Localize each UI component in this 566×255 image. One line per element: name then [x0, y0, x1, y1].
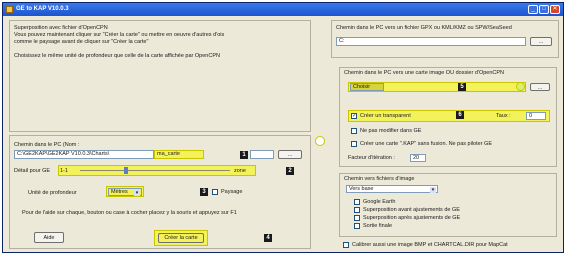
chart-path-field[interactable]: C:\GE2KAP\GE2KAP V10.0.3\Charts\ — [14, 150, 154, 159]
image-path-field[interactable]: Choisir — [350, 83, 384, 91]
create-chart-button[interactable]: Créer la carte — [158, 233, 204, 243]
help-button[interactable]: Aide — [34, 232, 64, 243]
depth-unit-select[interactable]: Mètres ▾ — [108, 188, 142, 196]
dropdown-arrow-icon: ▾ — [134, 190, 140, 196]
minimize-button[interactable]: _ — [528, 5, 538, 14]
slider-track[interactable] — [80, 170, 230, 171]
path-extra-field[interactable] — [250, 150, 274, 159]
image-panel: Chemin dans le PC vers une carte image O… — [339, 67, 557, 167]
gpx-label: Chemin dans le PC vers un fichier GPX ou… — [336, 25, 512, 31]
path-label: Chemin dans le PC (Nom : — [14, 142, 80, 148]
slider-label: Détail pour GE — [14, 168, 51, 174]
collapse-toggle-icon[interactable] — [315, 136, 325, 146]
create-kap-checkbox[interactable] — [351, 141, 357, 147]
app-window: GE to KAP V10.0.3 _ □ ✕ Superposition av… — [2, 2, 564, 253]
slider-thumb[interactable] — [124, 167, 128, 174]
image-panel-title: Chemin dans le PC vers une carte image O… — [344, 70, 505, 76]
paysage-label: Paysage — [221, 189, 243, 195]
maximize-button[interactable]: □ — [539, 5, 549, 14]
no-modify-label: Ne pas modifier dans GE — [360, 128, 422, 134]
info-line: comme le paysage avant de cliquer sur "C… — [14, 39, 149, 45]
info-line: Superposition avec fichier d'OpenCPN — [14, 25, 108, 31]
app-icon — [6, 6, 13, 13]
annotation-marker-2: 2 — [286, 167, 294, 175]
annotation-marker-5: 5 — [458, 83, 466, 91]
gpx-path-field[interactable]: C: — [336, 37, 526, 46]
mapcat-label: Calibrer aussi une image BMP et CHARTCAL… — [352, 242, 508, 248]
window-title: GE to KAP V10.0.3 — [16, 6, 69, 12]
transparent-label: Créer un transparent — [360, 113, 411, 119]
taux-field[interactable]: 0 — [526, 112, 546, 120]
transparent-checkbox[interactable] — [351, 112, 357, 119]
image-files-panel: Chemin vers fichiers d'image Vers base ▾… — [339, 173, 557, 237]
depth-unit-value: Mètres — [111, 189, 128, 195]
no-modify-checkbox[interactable] — [351, 128, 357, 134]
option-checkbox[interactable] — [354, 199, 360, 205]
create-kap-label: Créer une carte ".KAP" sans fusion. Ne p… — [360, 141, 492, 147]
cursor-pointer-icon — [516, 82, 525, 91]
dropdown-arrow-icon: ▾ — [430, 187, 436, 193]
image-files-value: Vers base — [349, 186, 374, 192]
annotation-marker-4: 4 — [264, 234, 272, 242]
mapcat-checkbox[interactable] — [343, 242, 349, 248]
settings-panel: Chemin dans le PC (Nom : C:\GE2KAP\GE2KA… — [9, 135, 311, 249]
iterations-label: Facteur d'itération : — [348, 155, 395, 161]
depth-unit-label: Unité de profondeur — [28, 190, 77, 196]
info-line: Choisissez le même unité de profondeur q… — [14, 53, 220, 59]
chart-name-field[interactable]: ma_carte — [155, 151, 203, 158]
paysage-checkbox[interactable] — [212, 189, 218, 195]
gpx-browse-button[interactable]: ... — [530, 37, 552, 46]
taux-label: Taux : — [496, 113, 511, 119]
option-checkbox[interactable] — [354, 207, 360, 213]
slider-value-right: zone — [234, 168, 246, 174]
option-label: Google Earth — [363, 199, 396, 205]
gpx-panel: Chemin dans le PC vers un fichier GPX ou… — [331, 20, 559, 58]
option-label: Superposition après ajustements de GE — [363, 215, 461, 221]
iterations-field[interactable]: 20 — [410, 154, 426, 162]
help-line: Pour de l'aide sur chaque, bouton ou cas… — [22, 210, 237, 216]
annotation-marker-1: 1 — [240, 151, 248, 159]
option-checkbox[interactable] — [354, 223, 360, 229]
slider-value-left: 1-1 — [60, 168, 68, 174]
close-button[interactable]: ✕ — [550, 5, 560, 14]
image-files-select[interactable]: Vers base ▾ — [346, 185, 438, 193]
option-checkbox[interactable] — [354, 215, 360, 221]
info-panel: Superposition avec fichier d'OpenCPN Vou… — [9, 20, 311, 132]
image-files-title: Chemin vers fichiers d'image — [344, 176, 415, 182]
browse-button[interactable]: ... — [278, 150, 302, 159]
info-line: Vous pouvez maintenant cliquer sur "Crée… — [14, 32, 225, 38]
image-browse-button[interactable]: ... — [530, 83, 550, 91]
title-bar[interactable]: GE to KAP V10.0.3 _ □ ✕ — [3, 3, 563, 16]
option-label: Superposition avant ajustements de GE — [363, 207, 460, 213]
option-label: Sortie finale — [363, 223, 393, 229]
annotation-marker-6: 6 — [456, 111, 464, 119]
annotation-marker-3: 3 — [200, 188, 208, 196]
